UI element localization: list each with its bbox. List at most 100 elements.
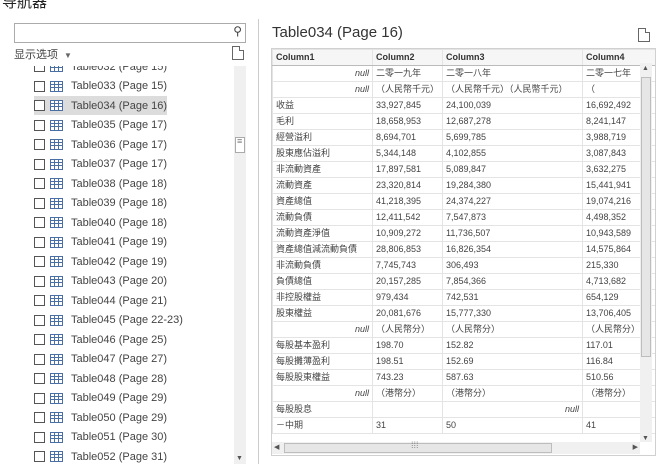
checkbox[interactable] <box>34 275 45 287</box>
checkbox[interactable] <box>34 217 45 228</box>
scroll-up-arrow-icon[interactable]: ▲ <box>642 65 649 72</box>
list-item[interactable]: Table048 (Page 28) <box>34 369 167 388</box>
table-row: 股東權益 20,081,676 15,777,330 13,706,405 <box>272 305 655 322</box>
list-item[interactable]: Table040 (Page 18) <box>34 213 167 232</box>
table-icon <box>50 197 63 209</box>
table-row: 資產總值減流動負債 28,806,853 16,826,354 14,575,864 <box>272 241 655 258</box>
column-header[interactable]: Column3 <box>442 49 583 66</box>
pane-divider[interactable] <box>258 19 259 464</box>
table-cell: 流動資產 <box>272 177 373 194</box>
column-header[interactable]: Column1 <box>272 49 373 66</box>
list-item[interactable]: Table052 (Page 31) <box>34 447 167 464</box>
table-icon <box>50 334 63 345</box>
list-item[interactable]: Table041 (Page 19) <box>34 233 167 252</box>
list-item[interactable]: Table045 (Page 22-23) <box>34 311 183 330</box>
open-in-new-window-icon[interactable] <box>638 28 650 42</box>
checkbox[interactable] <box>34 256 45 267</box>
table-cell: 587.63 <box>442 369 583 386</box>
checkbox[interactable] <box>34 295 45 306</box>
table-cell: 41,218,395 <box>372 193 443 210</box>
table-cell: 股東權益 <box>272 305 373 322</box>
checkbox[interactable] <box>34 236 45 248</box>
list-item-label: Table034 (Page 16) <box>71 99 168 112</box>
list-item[interactable]: Table035 (Page 17) <box>34 116 167 135</box>
list-item[interactable]: Table037 (Page 17) <box>34 155 167 174</box>
grid-horizontal-scrollbar[interactable]: ◀ ▶ <box>272 440 640 454</box>
list-item[interactable]: Table044 (Page 21) <box>34 291 167 310</box>
search-icon[interactable]: ⚲ <box>233 24 242 38</box>
checkbox[interactable] <box>34 100 45 111</box>
list-item[interactable]: Table042 (Page 19) <box>34 252 167 271</box>
open-new-icon[interactable] <box>232 46 244 60</box>
grid-vertical-scrollbar[interactable]: ▲ ▼ <box>640 63 652 442</box>
column-header[interactable]: Column2 <box>372 49 443 66</box>
list-item[interactable]: Table034 (Page 16) <box>34 96 168 115</box>
table-cell: （人民幣千元）（人民幣千元） <box>442 81 583 98</box>
checkbox[interactable] <box>34 197 45 209</box>
display-options-dropdown[interactable]: 显示选项 ▼ <box>14 46 72 62</box>
checkbox[interactable] <box>34 451 45 462</box>
table-row: 股東應佔溢利 5,344,148 4,102,855 3,087,843 <box>272 145 655 162</box>
scrollbar-thumb[interactable] <box>235 136 245 153</box>
scroll-right-arrow-icon[interactable]: ▶ <box>633 443 638 451</box>
list-item[interactable]: Table043 (Page 20) <box>34 272 167 291</box>
list-item[interactable]: Table032 (Page 15) <box>34 66 167 76</box>
table-cell: 毛利 <box>272 113 373 130</box>
table-row: 流動資產淨值 10,909,272 11,736,507 10,943,589 <box>272 225 655 242</box>
scroll-down-arrow-icon[interactable]: ▼ <box>642 435 649 442</box>
scroll-left-arrow-icon[interactable]: ◀ <box>274 443 279 451</box>
table-cell: 4,102,855 <box>442 145 583 162</box>
list-item[interactable]: Table050 (Page 29) <box>34 408 167 427</box>
table-cell: 306,493 <box>442 257 583 274</box>
checkbox[interactable] <box>34 80 45 92</box>
list-item[interactable]: Table049 (Page 29) <box>34 389 167 408</box>
scrollbar-thumb[interactable] <box>641 77 651 357</box>
checkbox[interactable] <box>34 139 45 150</box>
table-cell: null <box>272 321 373 338</box>
list-item-label: Table037 (Page 17) <box>71 158 168 170</box>
table-row: null （人民幣千元） （人民幣千元）（人民幣千元）（ <box>272 81 655 98</box>
table-cell: 198.70 <box>372 337 443 354</box>
table-cell: 股東應佔溢利 <box>272 145 373 162</box>
checkbox[interactable] <box>34 412 45 423</box>
search-input[interactable] <box>15 26 223 42</box>
checkbox[interactable] <box>34 373 45 384</box>
list-item[interactable]: Table046 (Page 25) <box>34 330 167 349</box>
table-row: 資產總值 41,218,395 24,374,227 19,074,216 <box>272 193 655 210</box>
table-cell: null <box>272 385 373 402</box>
list-item-label: Table046 (Page 25) <box>71 333 168 346</box>
table-icon <box>50 353 63 365</box>
checkbox[interactable] <box>34 392 45 404</box>
checkbox[interactable] <box>34 158 45 170</box>
scroll-down-arrow-icon[interactable]: ▼ <box>236 455 243 462</box>
checkbox[interactable] <box>34 334 45 345</box>
table-cell: 每股股東權益 <box>272 369 373 386</box>
checkbox[interactable] <box>34 66 45 72</box>
list-item[interactable]: Table036 (Page 17) <box>34 135 167 154</box>
table-cell: 19,284,380 <box>442 177 583 194</box>
checkbox[interactable] <box>34 314 45 326</box>
table-cell <box>372 401 443 418</box>
list-item[interactable]: Table033 (Page 15) <box>34 77 167 96</box>
checkbox[interactable] <box>34 353 45 365</box>
table-cell: 23,320,814 <box>372 177 443 194</box>
list-item[interactable]: Table038 (Page 18) <box>34 174 167 193</box>
table-icon <box>50 295 63 306</box>
table-cell: 7,745,743 <box>372 257 443 274</box>
table-cell: null <box>442 401 583 418</box>
scrollbar-thumb[interactable] <box>284 440 552 453</box>
table-cell: 17,897,581 <box>372 161 443 178</box>
list-item[interactable]: Table039 (Page 18) <box>34 194 167 213</box>
checkbox[interactable] <box>34 178 45 189</box>
header-row: Column1 Column2 Column3 Column4 <box>272 49 655 66</box>
table-cell: null <box>272 81 373 98</box>
navigator-scrollbar[interactable]: ▼ <box>234 66 246 464</box>
checkbox[interactable] <box>34 431 45 443</box>
search-box[interactable]: ⚲ <box>14 23 246 43</box>
table-row: －中期 31 50 41 <box>272 417 655 434</box>
list-item[interactable]: Table051 (Page 30) <box>34 428 167 447</box>
checkbox[interactable] <box>34 119 45 131</box>
table-cell: 28,806,853 <box>372 241 443 258</box>
list-item[interactable]: Table047 (Page 27) <box>34 350 167 369</box>
table-cell: 20,081,676 <box>372 305 443 322</box>
